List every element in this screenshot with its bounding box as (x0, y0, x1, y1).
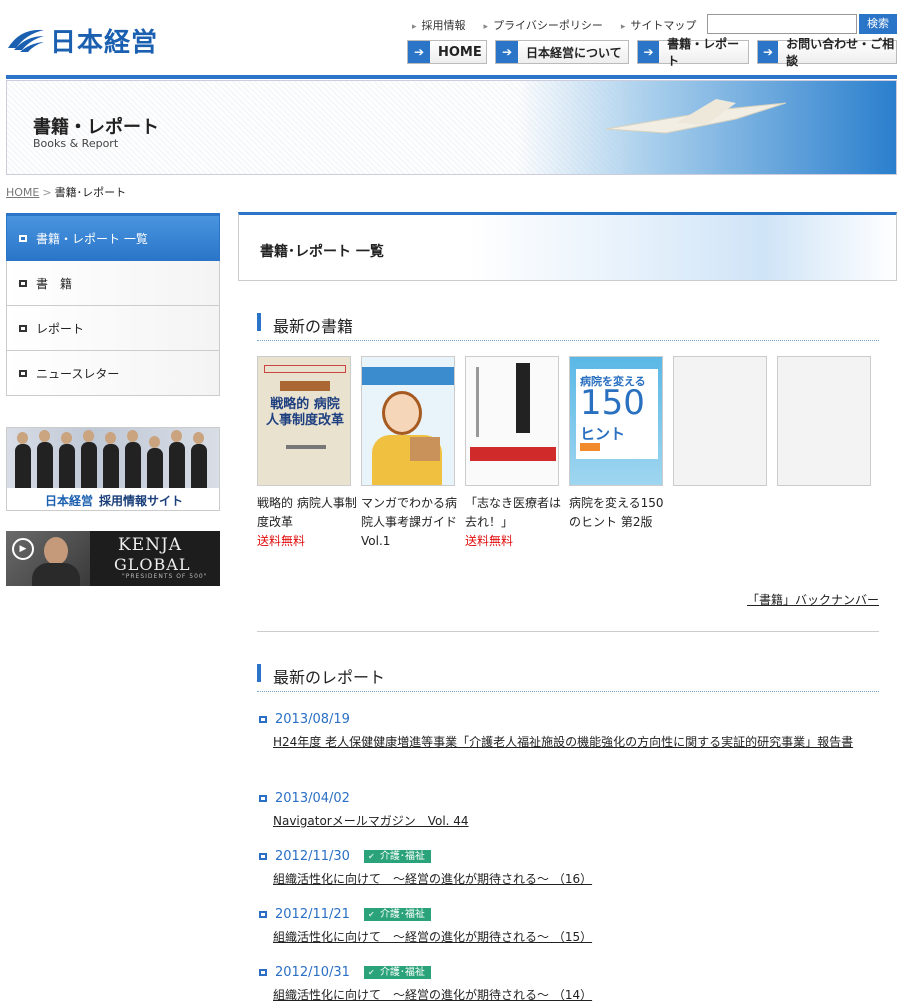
nav-books-report[interactable]: ➔ 書籍・レポート (637, 37, 749, 68)
reports-section-title: 最新のレポート (257, 660, 879, 692)
breadcrumb: HOME > 書籍･レポート (6, 184, 126, 200)
sidebar-item-newsletter[interactable]: ニュースレター (6, 351, 220, 396)
nav-contact[interactable]: ➔ お問い合わせ・ご相談 (757, 37, 897, 68)
staff-group-photo (7, 428, 219, 488)
recruit-banner-label: 日本経営 採用情報サイト (44, 493, 184, 508)
book-cover[interactable] (465, 356, 559, 486)
report-item: 2012/11/30 介護･福祉 組織活性化に向けて ～経営の進化が期待される～ … (257, 847, 879, 889)
empty-cover (673, 356, 767, 486)
book-item[interactable]: 「志なき医療者は去れ！」 送料無料 (465, 356, 561, 551)
book-title[interactable]: 「志なき医療者は去れ！」 (465, 494, 565, 532)
sidebar-item-all[interactable]: 書籍・レポート 一覧 (6, 216, 220, 261)
search-input[interactable] (707, 14, 857, 34)
report-date: 2013/08/19 (275, 711, 350, 727)
arrow-right-icon: ➔ (408, 41, 430, 63)
category-badge: 介護･福祉 (363, 965, 431, 979)
util-link-recruit[interactable]: 採用情報 (412, 17, 466, 33)
banner-subtitle: Books & Report (33, 137, 119, 150)
sidebar-menu: 書籍・レポート 一覧 書 籍 レポート ニュースレター (6, 213, 220, 396)
kenja-title-1: KENJA (118, 535, 183, 555)
kenja-title-2: GLOBAL (114, 555, 191, 574)
report-item: 2012/11/21 介護･福祉 組織活性化に向けて ～経営の進化が期待される～ … (257, 905, 879, 947)
books-backnumber-link[interactable]: 「書籍」バックナンバー (747, 591, 879, 608)
book-placeholder (673, 356, 767, 486)
sidebar-item-books[interactable]: 書 籍 (6, 261, 220, 306)
book-cover[interactable] (361, 356, 455, 486)
square-bullet-icon (19, 324, 27, 332)
report-title-link[interactable]: 組織活性化に向けて ～経営の進化が期待される～ （15） (273, 927, 873, 947)
report-title-link[interactable]: Navigatorメールマガジン Vol. 44 (273, 811, 873, 831)
report-item: 2012/10/31 介護･福祉 組織活性化に向けて ～経営の進化が期待される～ … (257, 963, 879, 1002)
square-bullet-icon (19, 279, 27, 287)
report-title-link[interactable]: 組織活性化に向けて ～経営の進化が期待される～ （16） (273, 869, 873, 889)
logo-wave-icon (8, 29, 44, 52)
book-cover[interactable]: 戦略的 病院人事制度改革 (257, 356, 351, 486)
header-divider (6, 75, 897, 79)
paper-plane-image (606, 99, 786, 134)
report-title-link[interactable]: 組織活性化に向けて ～経営の進化が期待される～ （14） (273, 985, 873, 1002)
square-bullet-icon (259, 910, 267, 918)
arrow-right-icon: ➔ (758, 41, 779, 63)
square-bullet-icon (259, 968, 267, 976)
arrow-right-icon: ➔ (638, 41, 660, 63)
book-cover[interactable]: 病院を変える 150 ヒント (569, 356, 663, 486)
book-item[interactable]: マンガでわかる病院人事考課ガイド Vol.1 (361, 356, 457, 551)
site-logo[interactable]: 日本経営 (6, 24, 159, 58)
section-divider (257, 631, 879, 632)
empty-cover (777, 356, 871, 486)
play-icon: ▶ (12, 538, 34, 560)
report-title-link[interactable]: H24年度 老人保健健康増進等事業「介護老人福祉施設の機能強化の方向性に関する実… (273, 732, 873, 752)
util-link-privacy[interactable]: プライバシーポリシー (484, 17, 603, 33)
category-badge: 介護･福祉 (363, 849, 431, 863)
page-banner: 書籍・レポート Books & Report (6, 80, 897, 175)
util-link-sitemap[interactable]: サイトマップ (621, 17, 696, 33)
kenja-tagline: "PRESIDENTS OF 500" (122, 573, 208, 580)
book-title[interactable]: 病院を変える150のヒント 第2版 (569, 494, 669, 532)
arrow-right-icon: ➔ (496, 41, 518, 63)
report-item: 2013/04/02 Navigatorメールマガジン Vol. 44 (257, 789, 879, 831)
books-section-title: 最新の書籍 (257, 309, 879, 341)
report-date: 2013/04/02 (275, 790, 350, 806)
book-item[interactable]: 病院を変える 150 ヒント 病院を変える150のヒント 第2版 (569, 356, 664, 532)
logo-text: 日本経営 (50, 27, 159, 58)
report-date: 2012/11/30 (275, 848, 350, 864)
breadcrumb-current: 書籍･レポート (54, 186, 127, 199)
nav-home[interactable]: ➔ HOME (407, 40, 487, 64)
recruit-site-banner[interactable]: 日本経営 採用情報サイト (6, 427, 220, 511)
square-bullet-icon (259, 794, 267, 802)
free-shipping-label: 送料無料 (257, 534, 306, 548)
report-date: 2012/10/31 (275, 964, 350, 980)
book-title[interactable]: マンガでわかる病院人事考課ガイド Vol.1 (361, 494, 461, 551)
page-heading-box: 書籍･レポート 一覧 (238, 212, 897, 281)
free-shipping-label: 送料無料 (465, 534, 514, 548)
section-marker (257, 313, 261, 331)
recruit-banner-brand: 日本経営 (44, 493, 93, 508)
square-bullet-icon (19, 234, 27, 242)
page-title: 書籍･レポート 一覧 (260, 244, 384, 260)
square-bullet-icon (19, 369, 27, 377)
report-date: 2012/11/21 (275, 906, 350, 922)
square-bullet-icon (259, 715, 267, 723)
report-item: 2013/08/19 H24年度 老人保健健康増進等事業「介護老人福祉施設の機能… (257, 710, 879, 752)
kenja-global-banner[interactable]: ▶ KENJA GLOBAL "PRESIDENTS OF 500" (6, 531, 220, 586)
utility-links: 採用情報 プライバシーポリシー サイトマップ (412, 17, 697, 33)
sidebar-item-reports[interactable]: レポート (6, 306, 220, 351)
section-marker (257, 664, 261, 682)
book-placeholder (777, 356, 871, 486)
square-bullet-icon (259, 852, 267, 860)
breadcrumb-separator: > (42, 186, 52, 199)
banner-title: 書籍・レポート (33, 117, 159, 138)
breadcrumb-home[interactable]: HOME (6, 186, 39, 199)
nav-about[interactable]: ➔ 日本経営について (495, 40, 629, 64)
book-item[interactable]: 戦略的 病院人事制度改革 戦略的 病院人事制度改革 送料無料 (257, 356, 357, 551)
search-button[interactable]: 検索 (859, 14, 897, 34)
category-badge: 介護･福祉 (363, 907, 431, 921)
book-title[interactable]: 戦略的 病院人事制度改革 (257, 494, 357, 532)
